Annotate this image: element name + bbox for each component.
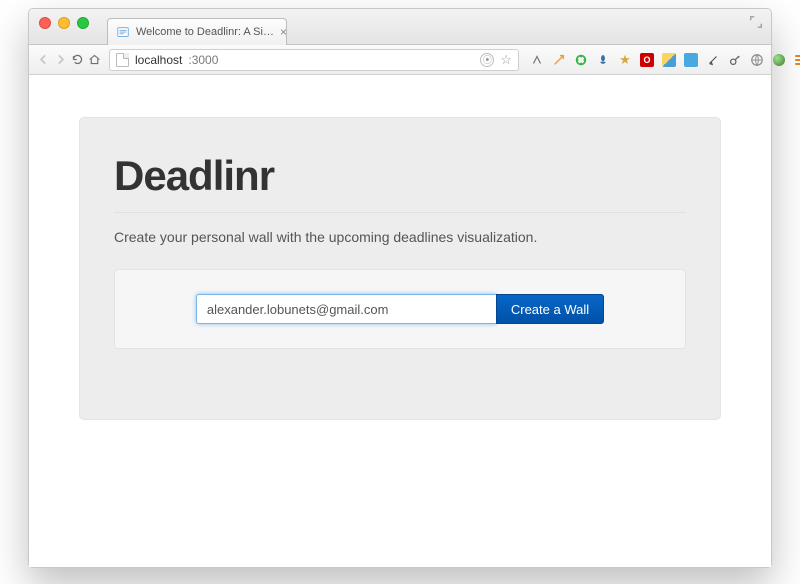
form-well: Create a Wall bbox=[114, 269, 686, 349]
create-wall-button[interactable]: Create a Wall bbox=[496, 294, 604, 324]
toolbar: localhost :3000 ⦿ ☆ ★ O bbox=[29, 45, 771, 75]
omnibox-actions: ⦿ ☆ bbox=[480, 53, 512, 67]
extension-icon[interactable] bbox=[771, 52, 787, 68]
tab-title: Welcome to Deadlinr: A Si… bbox=[136, 26, 274, 38]
home-button[interactable] bbox=[88, 50, 101, 70]
forward-button[interactable] bbox=[54, 50, 67, 70]
browser-tab[interactable]: Welcome to Deadlinr: A Si… × bbox=[107, 18, 287, 45]
bookmark-star-icon[interactable]: ☆ bbox=[500, 53, 512, 66]
extension-icon[interactable]: ★ bbox=[617, 52, 633, 68]
extension-icon[interactable] bbox=[529, 52, 545, 68]
reload-button[interactable] bbox=[71, 50, 84, 70]
site-info-icon[interactable]: ⦿ bbox=[480, 53, 494, 67]
tab-close-icon[interactable]: × bbox=[280, 26, 287, 38]
page-viewport: Deadlinr Create your personal wall with … bbox=[29, 75, 771, 567]
extension-icon[interactable] bbox=[705, 52, 721, 68]
close-window-button[interactable] bbox=[39, 17, 51, 29]
extension-icon[interactable] bbox=[595, 52, 611, 68]
url-rest: :3000 bbox=[188, 53, 218, 67]
address-bar[interactable]: localhost :3000 ⦿ ☆ bbox=[109, 49, 519, 71]
titlebar: Welcome to Deadlinr: A Si… × bbox=[29, 9, 771, 45]
extension-icon[interactable] bbox=[551, 52, 567, 68]
extension-icons: ★ O bbox=[529, 52, 800, 68]
zoom-window-button[interactable] bbox=[77, 17, 89, 29]
tagline-text: Create your personal wall with the upcom… bbox=[114, 229, 686, 245]
browser-window: Welcome to Deadlinr: A Si… × localhost :3… bbox=[28, 8, 772, 568]
extension-icon[interactable] bbox=[683, 52, 699, 68]
minimize-window-button[interactable] bbox=[58, 17, 70, 29]
email-input[interactable] bbox=[196, 294, 496, 324]
extension-icon[interactable] bbox=[661, 52, 677, 68]
extension-icon[interactable] bbox=[749, 52, 765, 68]
main-panel: Deadlinr Create your personal wall with … bbox=[79, 117, 721, 420]
back-button[interactable] bbox=[37, 50, 50, 70]
window-controls bbox=[39, 17, 89, 29]
extension-icon[interactable] bbox=[573, 52, 589, 68]
extension-icon[interactable]: O bbox=[639, 52, 655, 68]
page-icon bbox=[116, 53, 129, 67]
fullscreen-icon[interactable] bbox=[749, 15, 763, 29]
favicon-icon bbox=[116, 25, 130, 39]
create-wall-form: Create a Wall bbox=[196, 294, 604, 324]
brand-heading: Deadlinr bbox=[114, 152, 686, 213]
url-host: localhost bbox=[135, 53, 182, 67]
chrome-menu-icon[interactable] bbox=[795, 55, 800, 65]
extension-icon[interactable] bbox=[727, 52, 743, 68]
